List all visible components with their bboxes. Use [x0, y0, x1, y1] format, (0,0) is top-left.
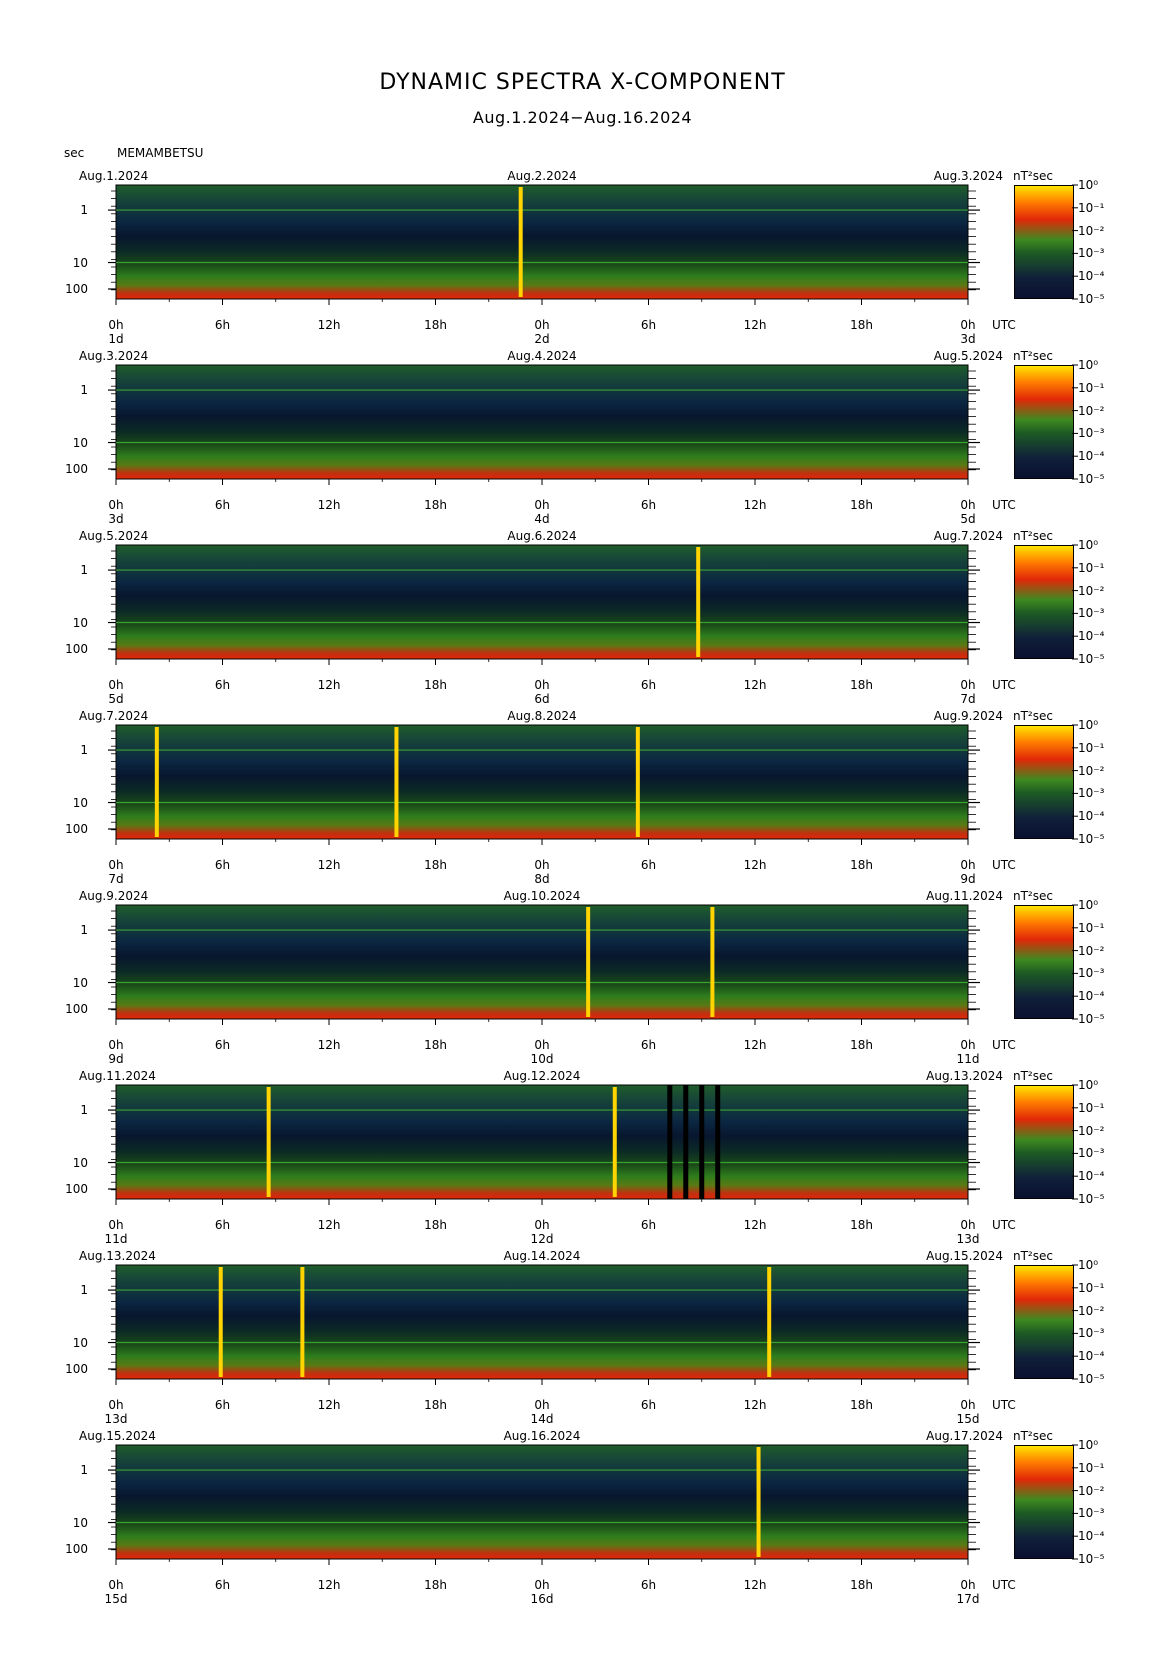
panel-frame: [115, 1084, 969, 1200]
spike-event: [635, 727, 640, 837]
spike-event: [612, 1087, 617, 1197]
data-gap: [699, 1085, 705, 1199]
spike-event: [300, 1267, 305, 1377]
panel-frame: [115, 364, 969, 480]
chart-overlay: [108, 184, 1078, 1565]
spike-event: [394, 727, 399, 837]
spike-event: [266, 1087, 271, 1197]
spike-event: [710, 907, 715, 1017]
panel-frame: [115, 724, 969, 840]
data-gap: [683, 1085, 689, 1199]
spike-event: [154, 727, 159, 837]
spike-event: [767, 1267, 772, 1377]
spike-event: [586, 907, 591, 1017]
spike-event: [518, 187, 523, 297]
spike-event: [756, 1447, 761, 1557]
panel-frame: [115, 1264, 969, 1380]
panel-frame: [115, 544, 969, 660]
panel-frame: [115, 904, 969, 1020]
spike-event: [696, 547, 701, 657]
data-gap: [715, 1085, 721, 1199]
data-gap: [667, 1085, 673, 1199]
spike-event: [218, 1267, 223, 1377]
panel-frame: [115, 1444, 969, 1560]
panel-frame: [115, 184, 969, 300]
